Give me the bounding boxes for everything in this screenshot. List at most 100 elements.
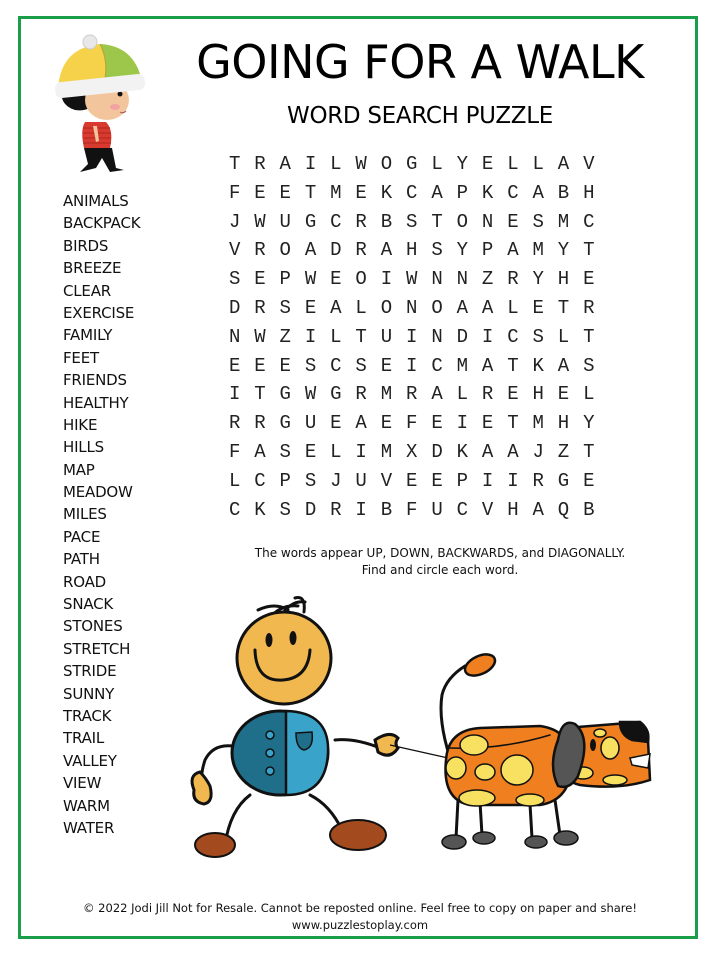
grid-cell[interactable]: J xyxy=(222,208,247,237)
grid-cell[interactable]: T xyxy=(576,323,601,352)
grid-cell[interactable]: D xyxy=(298,496,323,525)
grid-cell[interactable]: E xyxy=(374,409,399,438)
grid-cell[interactable]: Y xyxy=(551,236,576,265)
grid-cell[interactable]: E xyxy=(247,179,272,208)
grid-cell[interactable]: H xyxy=(551,265,576,294)
grid-cell[interactable]: I xyxy=(374,265,399,294)
grid-cell[interactable]: F xyxy=(222,438,247,467)
grid-cell[interactable]: O xyxy=(374,294,399,323)
grid-cell[interactable]: K xyxy=(526,352,551,381)
grid-cell[interactable]: C xyxy=(500,179,525,208)
grid-cell[interactable]: V xyxy=(374,467,399,496)
grid-cell[interactable]: S xyxy=(576,352,601,381)
grid-cell[interactable]: E xyxy=(374,352,399,381)
grid-cell[interactable]: I xyxy=(450,409,475,438)
grid-cell[interactable]: P xyxy=(273,265,298,294)
grid-cell[interactable]: S xyxy=(222,265,247,294)
grid-cell[interactable]: K xyxy=(374,179,399,208)
grid-cell[interactable]: U xyxy=(374,323,399,352)
grid-cell[interactable]: A xyxy=(526,179,551,208)
grid-cell[interactable]: E xyxy=(576,265,601,294)
grid-cell[interactable]: A xyxy=(348,409,373,438)
grid-cell[interactable]: Y xyxy=(450,236,475,265)
grid-cell[interactable]: K xyxy=(475,179,500,208)
grid-cell[interactable]: R xyxy=(399,380,424,409)
grid-cell[interactable]: G xyxy=(298,208,323,237)
grid-cell[interactable]: D xyxy=(222,294,247,323)
grid-cell[interactable]: S xyxy=(273,294,298,323)
grid-cell[interactable]: Y xyxy=(576,409,601,438)
grid-cell[interactable]: C xyxy=(500,323,525,352)
grid-cell[interactable]: W xyxy=(247,208,272,237)
grid-cell[interactable]: T xyxy=(500,409,525,438)
grid-cell[interactable]: R xyxy=(247,409,272,438)
grid-cell[interactable]: U xyxy=(273,208,298,237)
grid-cell[interactable]: S xyxy=(273,496,298,525)
grid-cell[interactable]: E xyxy=(475,409,500,438)
grid-cell[interactable]: U xyxy=(348,467,373,496)
grid-cell[interactable]: M xyxy=(551,208,576,237)
grid-cell[interactable]: K xyxy=(247,496,272,525)
grid-cell[interactable]: I xyxy=(399,323,424,352)
grid-cell[interactable]: L xyxy=(576,380,601,409)
grid-cell[interactable]: Q xyxy=(551,496,576,525)
grid-cell[interactable]: L xyxy=(500,294,525,323)
grid-cell[interactable]: E xyxy=(475,150,500,179)
grid-cell[interactable]: J xyxy=(323,467,348,496)
grid-cell[interactable]: R xyxy=(576,294,601,323)
grid-cell[interactable]: W xyxy=(298,265,323,294)
grid-cell[interactable]: N xyxy=(222,323,247,352)
grid-cell[interactable]: E xyxy=(298,294,323,323)
grid-cell[interactable]: W xyxy=(247,323,272,352)
grid-cell[interactable]: R xyxy=(222,409,247,438)
grid-cell[interactable]: M xyxy=(450,352,475,381)
grid-cell[interactable]: F xyxy=(399,409,424,438)
grid-cell[interactable]: Y xyxy=(450,150,475,179)
grid-cell[interactable]: V xyxy=(222,236,247,265)
grid-cell[interactable]: C xyxy=(323,208,348,237)
grid-cell[interactable]: B xyxy=(374,208,399,237)
grid-cell[interactable]: G xyxy=(551,467,576,496)
grid-cell[interactable]: E xyxy=(222,352,247,381)
grid-cell[interactable]: R xyxy=(348,208,373,237)
grid-cell[interactable]: I xyxy=(475,323,500,352)
grid-cell[interactable]: A xyxy=(551,150,576,179)
grid-cell[interactable]: E xyxy=(424,409,449,438)
grid-cell[interactable]: N xyxy=(399,294,424,323)
grid-cell[interactable]: M xyxy=(526,409,551,438)
grid-cell[interactable]: M xyxy=(374,438,399,467)
grid-cell[interactable]: S xyxy=(348,352,373,381)
grid-cell[interactable]: T xyxy=(348,323,373,352)
grid-cell[interactable]: F xyxy=(222,179,247,208)
grid-cell[interactable]: N xyxy=(424,323,449,352)
grid-cell[interactable]: L xyxy=(348,294,373,323)
grid-cell[interactable]: T xyxy=(222,150,247,179)
grid-cell[interactable]: C xyxy=(399,179,424,208)
grid-cell[interactable]: P xyxy=(475,236,500,265)
grid-cell[interactable]: H xyxy=(399,236,424,265)
grid-cell[interactable]: E xyxy=(551,380,576,409)
grid-cell[interactable]: W xyxy=(399,265,424,294)
grid-cell[interactable]: M xyxy=(526,236,551,265)
grid-cell[interactable]: E xyxy=(247,352,272,381)
grid-cell[interactable]: O xyxy=(374,150,399,179)
grid-cell[interactable]: L xyxy=(323,323,348,352)
grid-cell[interactable]: R xyxy=(323,496,348,525)
grid-cell[interactable]: E xyxy=(399,467,424,496)
grid-cell[interactable]: P xyxy=(450,467,475,496)
grid-cell[interactable]: S xyxy=(399,208,424,237)
grid-cell[interactable]: C xyxy=(424,352,449,381)
grid-cell[interactable]: U xyxy=(424,496,449,525)
grid-cell[interactable]: L xyxy=(323,150,348,179)
grid-cell[interactable]: A xyxy=(450,294,475,323)
grid-cell[interactable]: R xyxy=(247,294,272,323)
grid-cell[interactable]: S xyxy=(424,236,449,265)
grid-cell[interactable]: G xyxy=(399,150,424,179)
grid-cell[interactable]: I xyxy=(298,323,323,352)
grid-cell[interactable]: N xyxy=(450,265,475,294)
grid-cell[interactable]: K xyxy=(450,438,475,467)
grid-cell[interactable]: L xyxy=(424,150,449,179)
grid-cell[interactable]: I xyxy=(399,352,424,381)
grid-cell[interactable]: E xyxy=(500,208,525,237)
grid-cell[interactable]: A xyxy=(424,179,449,208)
